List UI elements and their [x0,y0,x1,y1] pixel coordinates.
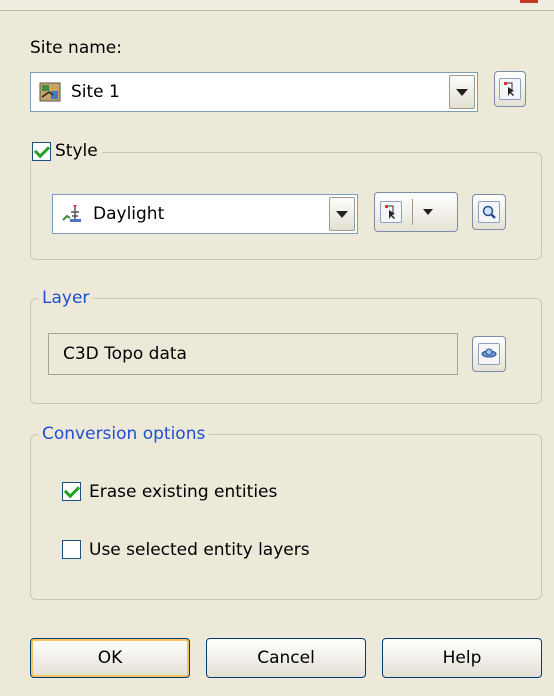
site-name-combo[interactable]: Site 1 [30,72,478,112]
layer-value: C3D Topo data [63,344,187,364]
chevron-down-icon[interactable] [423,209,433,215]
site-name-label: Site name: [30,38,122,58]
site-name-value: Site 1 [71,82,120,102]
style-legend: Style [28,141,102,161]
site-icon [39,82,61,102]
close-button-edge [520,0,538,3]
use-selected-layers-checkbox[interactable] [62,540,81,559]
checkmark-icon [33,141,50,158]
erase-existing-checkbox[interactable] [62,481,81,501]
daylight-style-icon [61,204,83,224]
conversion-options-legend: Conversion options [38,424,210,444]
pick-from-drawing-icon [499,78,521,100]
layer-icon [478,343,500,365]
style-checkbox-label: Style [55,141,98,161]
cancel-button-label: Cancel [257,648,315,668]
pick-site-button[interactable] [494,71,526,107]
site-dropdown-arrow[interactable] [449,75,475,109]
erase-existing-label: Erase existing entities [89,482,278,502]
split-separator [412,199,413,225]
ok-button-label: OK [97,648,123,668]
style-checkbox[interactable] [32,141,51,161]
style-combo[interactable]: Daylight [52,194,358,234]
style-value: Daylight [93,204,165,224]
chevron-down-icon [456,88,468,96]
layer-legend: Layer [38,288,94,308]
checkmark-icon [63,481,80,499]
cancel-button[interactable]: Cancel [206,638,366,678]
magnifier-icon [478,201,500,223]
help-button[interactable]: Help [382,638,542,678]
style-edit-split-button[interactable] [374,192,458,232]
chevron-down-icon [336,210,348,218]
conversion-options-group [30,434,542,600]
window-top-edge [0,0,554,11]
preview-style-button[interactable] [472,194,506,230]
help-button-label: Help [442,648,482,668]
edit-style-icon [380,201,402,223]
select-layer-button[interactable] [472,336,506,372]
use-selected-layers-label: Use selected entity layers [89,540,310,560]
style-dropdown-arrow[interactable] [329,197,355,231]
layer-field: C3D Topo data [48,333,458,375]
ok-button[interactable]: OK [30,638,190,678]
